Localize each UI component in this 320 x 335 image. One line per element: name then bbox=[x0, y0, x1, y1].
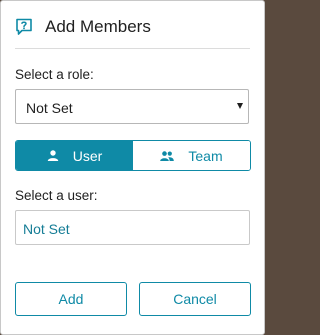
dialog-header: Add Members bbox=[15, 17, 151, 37]
people-icon bbox=[160, 150, 175, 161]
role-select[interactable]: Not Set bbox=[15, 89, 249, 124]
add-members-dialog: Add Members Select a role: Not Set User … bbox=[0, 0, 265, 335]
user-select-field[interactable]: Not Set bbox=[15, 210, 250, 245]
dropdown-caret-icon bbox=[237, 103, 243, 109]
user-label: Select a user: bbox=[15, 188, 98, 203]
role-select-value: Not Set bbox=[26, 100, 73, 116]
team-toggle-label: Team bbox=[188, 147, 223, 164]
chat-question-icon bbox=[15, 18, 33, 36]
user-toggle-button[interactable]: User bbox=[16, 141, 133, 170]
header-divider bbox=[15, 48, 250, 49]
cancel-button[interactable]: Cancel bbox=[139, 282, 251, 316]
person-icon bbox=[47, 150, 58, 161]
user-toggle-label: User bbox=[72, 147, 103, 164]
member-type-toggle: User Team bbox=[15, 140, 251, 171]
team-toggle-button[interactable]: Team bbox=[133, 141, 250, 170]
add-button[interactable]: Add bbox=[15, 282, 127, 316]
role-label: Select a role: bbox=[15, 67, 94, 82]
dialog-title: Add Members bbox=[45, 17, 151, 36]
user-field-value: Not Set bbox=[23, 221, 70, 237]
